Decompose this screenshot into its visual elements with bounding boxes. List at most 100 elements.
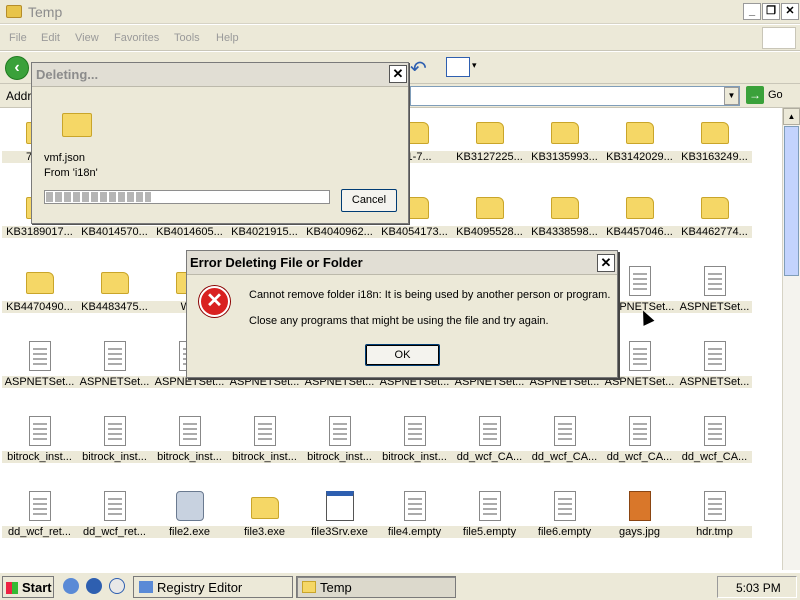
menu-tools[interactable]: Tools bbox=[174, 32, 200, 44]
folder-icon bbox=[476, 122, 504, 144]
file-label: ASPNETSet... bbox=[677, 376, 752, 388]
doc-icon bbox=[479, 491, 501, 521]
cancel-button[interactable]: Cancel bbox=[341, 189, 397, 212]
deleting-source: From 'i18n' bbox=[44, 167, 98, 179]
windows-flag-icon bbox=[6, 582, 18, 594]
error-close-button[interactable]: ✕ bbox=[597, 254, 615, 272]
file-label: KB3163249... bbox=[677, 151, 752, 163]
file-item[interactable]: KB3135993... bbox=[527, 110, 602, 180]
file-label: dd_wcf_CA... bbox=[602, 451, 677, 463]
doc-icon bbox=[29, 491, 51, 521]
file-item[interactable]: KB3163249... bbox=[677, 110, 752, 180]
deleting-dialog-title: Deleting... bbox=[36, 67, 99, 82]
doc-icon bbox=[404, 491, 426, 521]
file-label: dd_wcf_ret... bbox=[77, 526, 152, 538]
deleting-close-button[interactable]: ✕ bbox=[389, 65, 407, 83]
views-icon[interactable] bbox=[446, 57, 470, 77]
file-item[interactable]: KB4457046... bbox=[602, 185, 677, 255]
minimize-button[interactable]: _ bbox=[743, 3, 761, 20]
file-item[interactable]: ASPNETSet... bbox=[77, 335, 152, 405]
file-label: dd_wcf_CA... bbox=[452, 451, 527, 463]
file-item[interactable]: bitrock_inst... bbox=[302, 410, 377, 480]
file-item[interactable]: KB4338598... bbox=[527, 185, 602, 255]
file-item[interactable]: bitrock_inst... bbox=[77, 410, 152, 480]
file-label: file4.empty bbox=[377, 526, 452, 538]
file-item[interactable]: gays.jpg bbox=[602, 485, 677, 555]
delete-progress-bar bbox=[44, 190, 330, 204]
file-item[interactable]: dd_wcf_ret... bbox=[2, 485, 77, 555]
error-hint: Close any programs that might be using t… bbox=[249, 315, 549, 327]
doc-icon bbox=[629, 416, 651, 446]
file-item[interactable]: file4.empty bbox=[377, 485, 452, 555]
file-label: dd_wcf_ret... bbox=[2, 526, 77, 538]
file-label: KB3127225... bbox=[452, 151, 527, 163]
file-item[interactable]: KB3127225... bbox=[452, 110, 527, 180]
doc-icon bbox=[254, 416, 276, 446]
show-desktop-icon[interactable] bbox=[63, 578, 79, 594]
doc-icon bbox=[704, 491, 726, 521]
vertical-scrollbar[interactable]: ▲ bbox=[782, 108, 800, 570]
folder-icon bbox=[26, 272, 54, 294]
scroll-thumb[interactable] bbox=[784, 126, 799, 276]
file-label: KB3135993... bbox=[527, 151, 602, 163]
address-dropdown-icon[interactable]: ▼ bbox=[724, 87, 739, 105]
file-item[interactable]: ASPNETSet... bbox=[677, 335, 752, 405]
go-button[interactable]: Go bbox=[768, 89, 783, 101]
doc-icon bbox=[629, 341, 651, 371]
deleting-dialog-titlebar: Deleting... bbox=[32, 63, 408, 87]
scroll-up-icon[interactable]: ▲ bbox=[783, 108, 800, 125]
media-player-icon[interactable] bbox=[109, 578, 125, 594]
file-item[interactable]: bitrock_inst... bbox=[152, 410, 227, 480]
folder-animation-icon bbox=[62, 113, 92, 137]
file-item[interactable]: hdr.tmp bbox=[677, 485, 752, 555]
doc-icon bbox=[329, 416, 351, 446]
task-registry-editor[interactable]: Registry Editor bbox=[133, 576, 293, 598]
file-item[interactable]: dd_wcf_CA... bbox=[452, 410, 527, 480]
file-item[interactable]: KB4470490... bbox=[2, 260, 77, 330]
address-input[interactable] bbox=[410, 86, 740, 106]
file-label: KB3142029... bbox=[602, 151, 677, 163]
file-item[interactable]: bitrock_inst... bbox=[377, 410, 452, 480]
internet-explorer-icon[interactable] bbox=[86, 578, 102, 594]
file-item[interactable]: KB4095528... bbox=[452, 185, 527, 255]
file-item[interactable]: dd_wcf_CA... bbox=[677, 410, 752, 480]
menu-view[interactable]: View bbox=[75, 32, 99, 44]
start-label: Start bbox=[22, 580, 52, 595]
start-button[interactable]: Start bbox=[2, 576, 54, 598]
file-item[interactable]: file6.empty bbox=[527, 485, 602, 555]
menu-edit[interactable]: Edit bbox=[41, 32, 60, 44]
file-item[interactable]: dd_wcf_CA... bbox=[602, 410, 677, 480]
file-item[interactable]: KB4462774... bbox=[677, 185, 752, 255]
file-item[interactable]: file3Srv.exe bbox=[302, 485, 377, 555]
file-label: KB4095528... bbox=[452, 226, 527, 238]
close-button[interactable]: ✕ bbox=[781, 3, 799, 20]
back-arrow-icon[interactable]: ‹ bbox=[5, 56, 29, 80]
doc-icon bbox=[29, 341, 51, 371]
folder-icon bbox=[701, 122, 729, 144]
file-item[interactable]: ASPNETSet... bbox=[2, 335, 77, 405]
file-item[interactable]: file2.exe bbox=[152, 485, 227, 555]
menu-help[interactable]: Help bbox=[216, 32, 239, 44]
file-label: bitrock_inst... bbox=[77, 451, 152, 463]
file-item[interactable]: KB4483475... bbox=[77, 260, 152, 330]
file-label: dd_wcf_CA... bbox=[527, 451, 602, 463]
file-item[interactable]: dd_wcf_ret... bbox=[77, 485, 152, 555]
ok-button[interactable]: OK bbox=[365, 344, 440, 366]
file-item[interactable]: KB3142029... bbox=[602, 110, 677, 180]
file-item[interactable]: file5.empty bbox=[452, 485, 527, 555]
file-item[interactable]: bitrock_inst... bbox=[2, 410, 77, 480]
go-arrow-icon[interactable]: → bbox=[746, 86, 764, 104]
menu-favorites[interactable]: Favorites bbox=[114, 32, 159, 44]
file-item[interactable]: dd_wcf_CA... bbox=[527, 410, 602, 480]
file-item[interactable]: ASPNETSet... bbox=[677, 260, 752, 330]
file-item[interactable]: file3.exe bbox=[227, 485, 302, 555]
undo-icon[interactable]: ↶ bbox=[410, 56, 427, 81]
task-temp[interactable]: Temp bbox=[296, 576, 456, 598]
file-label: file3.exe bbox=[227, 526, 302, 538]
file-item[interactable]: bitrock_inst... bbox=[227, 410, 302, 480]
file-label: KB4040962... bbox=[302, 226, 377, 238]
error-dialog-titlebar: Error Deleting File or Folder bbox=[187, 251, 617, 275]
menu-file[interactable]: File bbox=[9, 32, 27, 44]
maximize-button[interactable]: ❐ bbox=[762, 3, 780, 20]
views-dropdown-icon[interactable]: ▾ bbox=[472, 60, 477, 71]
